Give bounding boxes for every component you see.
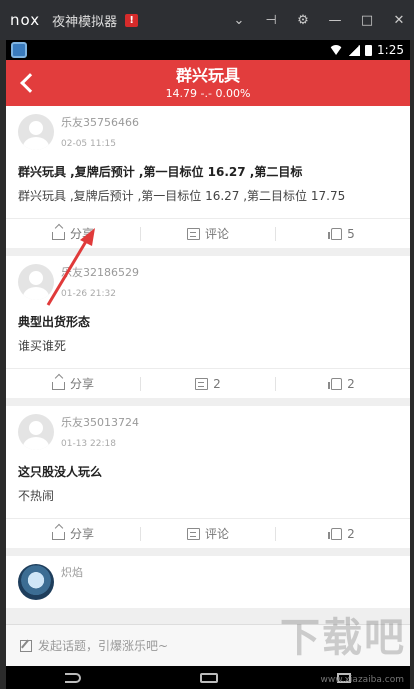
comment-label: 评论 — [204, 527, 229, 541]
like-icon — [328, 527, 343, 540]
comment-icon — [186, 527, 200, 540]
comment-icon — [186, 227, 200, 240]
stock-quote: 14.79 -.- 0.00% — [165, 87, 251, 100]
pin-icon[interactable]: ⊣ — [264, 13, 278, 28]
compose-placeholder[interactable]: 发起话题，引爆涨乐吧~ — [38, 637, 168, 654]
avatar[interactable] — [18, 114, 54, 150]
back-icon — [20, 73, 40, 93]
user-name[interactable]: 乐友32186529 — [61, 266, 139, 280]
avatar[interactable] — [18, 264, 54, 300]
user-name[interactable]: 乐友35013724 — [61, 416, 139, 430]
comment-button[interactable]: 评论 — [141, 225, 275, 242]
post-body: 谁买谁死 — [18, 339, 67, 353]
status-bar: 1:25 — [6, 40, 410, 60]
post-actions: 分享 2 2 — [6, 368, 410, 398]
emulator-titlebar: nox 夜神模拟器 ! ⌄ ⊣ ⚙ — □ ✕ — [0, 0, 414, 40]
share-button[interactable]: 分享 — [6, 375, 140, 392]
post-card[interactable]: 乐友35756466 02-05 11:15 群兴玩具 ,复牌后预计 ,第一目标… — [6, 106, 410, 248]
edit-icon — [20, 639, 32, 652]
status-time: 1:25 — [377, 43, 404, 57]
avatar[interactable] — [18, 564, 54, 600]
like-button[interactable]: 2 — [276, 377, 410, 391]
app-header: 群兴玩具 14.79 -.- 0.00% — [6, 60, 410, 106]
maximize-icon[interactable]: □ — [360, 13, 374, 28]
nav-home-icon[interactable] — [199, 672, 218, 683]
window-controls: ⌄ ⊣ ⚙ — □ ✕ — [232, 0, 406, 40]
like-count: 5 — [347, 226, 355, 241]
minimize-icon[interactable]: — — [328, 13, 342, 28]
settings-icon[interactable]: ⚙ — [296, 13, 310, 28]
phone-screen: 1:25 群兴玩具 14.79 -.- 0.00% 乐友35756466 02-… — [6, 40, 410, 689]
post-title: 典型出货形态 — [18, 315, 91, 329]
like-button[interactable]: 2 — [276, 527, 410, 541]
nav-back-icon[interactable] — [65, 672, 82, 683]
status-icons: 1:25 — [329, 40, 404, 60]
post-title: 这只股没人玩么 — [18, 465, 103, 479]
back-button[interactable] — [10, 66, 44, 100]
share-icon — [51, 381, 65, 390]
page-title: 群兴玩具 — [175, 66, 240, 85]
comment-count: 2 — [213, 376, 221, 391]
post-card[interactable]: 乐友32186529 01-26 21:32 典型出货形态 谁买谁死 分享 2 — [6, 256, 410, 398]
comment-button[interactable]: 评论 — [141, 525, 275, 542]
share-icon — [51, 231, 65, 240]
post-actions: 分享 评论 2 — [6, 518, 410, 548]
post-body: 不热闹 — [18, 489, 55, 503]
close-icon[interactable]: ✕ — [392, 13, 406, 28]
post-time: 01-13 22:18 — [61, 439, 116, 449]
like-button[interactable]: 5 — [276, 227, 410, 241]
post-time: 01-26 21:32 — [61, 289, 116, 299]
post-body: 群兴玩具 ,复牌后预计 ,第一目标位 16.27 ,第二目标位 17.75 — [18, 189, 346, 203]
avatar[interactable] — [18, 414, 54, 450]
user-name[interactable]: 乐友35756466 — [61, 116, 139, 130]
notification-badge[interactable]: ! — [125, 13, 139, 27]
comment-label: 评论 — [204, 227, 229, 241]
like-count: 2 — [347, 526, 355, 541]
user-name[interactable]: 炽焰 — [61, 566, 83, 580]
share-button[interactable]: 分享 — [6, 225, 140, 242]
post-card[interactable]: 乐友35013724 01-13 22:18 这只股没人玩么 不热闹 分享 评论 — [6, 406, 410, 548]
signal-icon — [348, 44, 361, 56]
watermark-logo: 下载吧 — [280, 615, 406, 661]
like-icon — [328, 377, 343, 390]
share-button[interactable]: 分享 — [6, 525, 140, 542]
post-actions: 分享 评论 5 — [6, 218, 410, 248]
dropdown-icon[interactable]: ⌄ — [232, 13, 246, 28]
battery-icon — [365, 44, 373, 56]
post-card[interactable]: 炽焰 — [6, 556, 410, 608]
like-icon — [328, 227, 343, 240]
wifi-icon — [329, 45, 344, 55]
like-count: 2 — [347, 376, 355, 391]
watermark-url: www.xiazaiba.com — [320, 675, 404, 685]
post-title: 群兴玩具 ,复牌后预计 ,第一目标位 16.27 ,第二目标 — [18, 165, 303, 179]
share-label: 分享 — [69, 377, 94, 391]
comment-button[interactable]: 2 — [141, 377, 275, 391]
share-label: 分享 — [69, 527, 94, 541]
app-notification-icon — [11, 42, 27, 58]
post-time: 02-05 11:15 — [61, 139, 116, 149]
share-label: 分享 — [69, 227, 94, 241]
post-feed[interactable]: 乐友35756466 02-05 11:15 群兴玩具 ,复牌后预计 ,第一目标… — [6, 106, 410, 624]
emulator-title: 夜神模拟器 — [52, 14, 118, 30]
share-icon — [51, 531, 65, 540]
nox-logo: nox — [10, 11, 41, 29]
comment-icon — [195, 377, 209, 390]
